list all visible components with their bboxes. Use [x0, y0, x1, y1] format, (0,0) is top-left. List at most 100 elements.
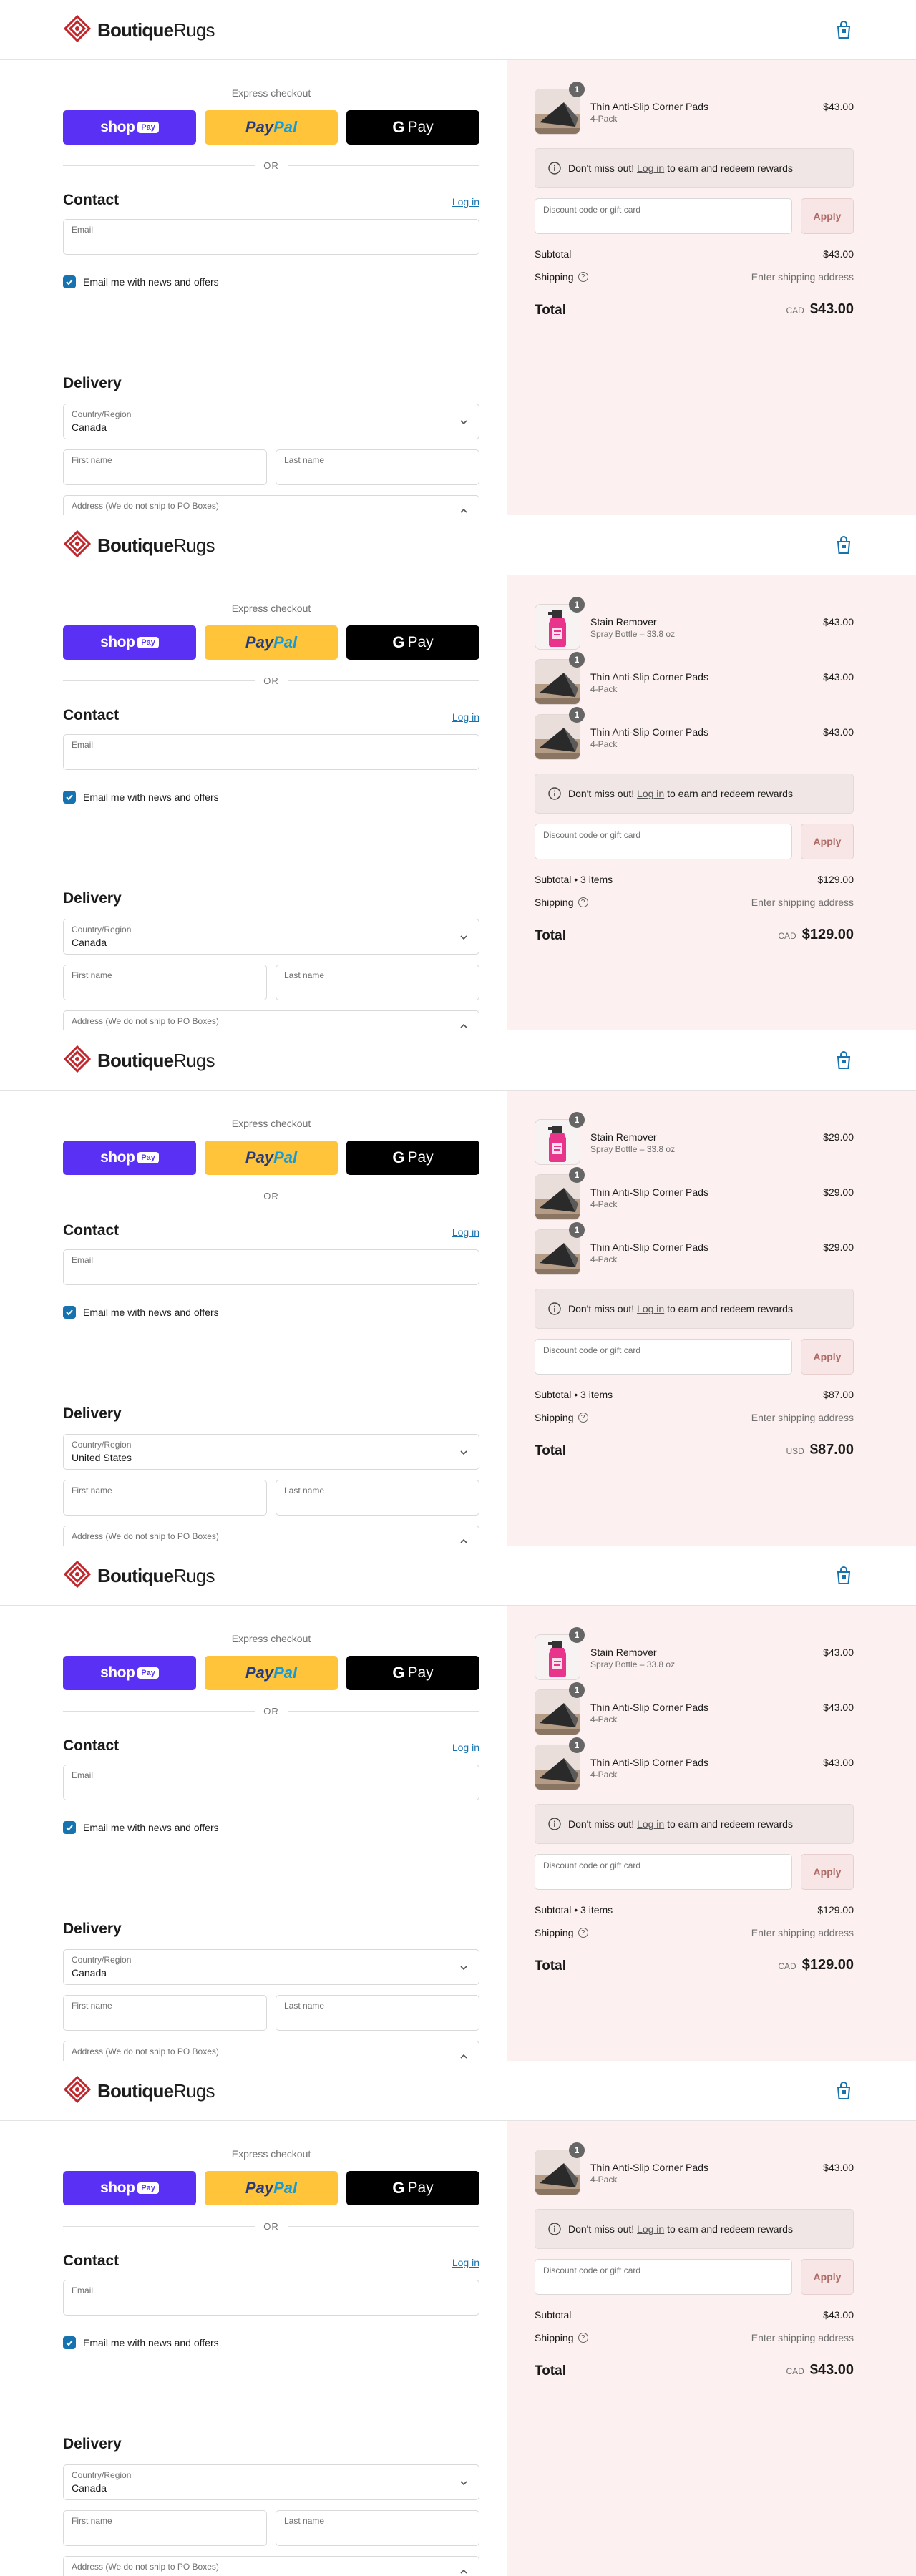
shipping-label: Shipping — [535, 1927, 574, 1938]
cart-bag-icon[interactable] — [834, 20, 853, 40]
rewards-login-link[interactable]: Log in — [637, 1303, 664, 1314]
address-field[interactable]: Address (We do not ship to PO Boxes) — [63, 2556, 479, 2576]
country-select[interactable]: Country/Region Canada — [63, 919, 479, 955]
brand-logo[interactable]: BoutiqueRugs — [63, 2075, 215, 2107]
apply-discount-button[interactable]: Apply — [801, 824, 854, 859]
paypal-button[interactable]: Pay Pal — [205, 1656, 338, 1690]
help-circle-icon[interactable]: ? — [578, 1928, 588, 1938]
order-summary: 1 Thin Anti-Slip Corner Pads 4-Pack $43.00 D… — [507, 60, 916, 515]
discount-code-input[interactable]: Discount code or gift card — [535, 2259, 792, 2295]
login-link[interactable]: Log in — [452, 1226, 479, 1238]
address-field[interactable]: Address (We do not ship to PO Boxes) — [63, 1010, 479, 1030]
apply-discount-button[interactable]: Apply — [801, 1854, 854, 1890]
newsletter-option[interactable]: Email me with news and offers — [63, 2336, 219, 2350]
apply-discount-button[interactable]: Apply — [801, 198, 854, 234]
last-name-field[interactable]: Last name — [276, 449, 479, 485]
express-pay-buttons: shop Pay Pay Pal G Pay — [63, 2171, 479, 2205]
shop-pay-button[interactable]: shop Pay — [63, 625, 196, 660]
help-circle-icon[interactable]: ? — [578, 2333, 588, 2343]
first-name-field[interactable]: First name — [63, 1480, 267, 1516]
country-select[interactable]: Country/Region United States — [63, 1434, 479, 1470]
last-name-field[interactable]: Last name — [276, 1480, 479, 1516]
google-pay-button[interactable]: G Pay — [346, 110, 479, 145]
address-field[interactable]: Address (We do not ship to PO Boxes) — [63, 495, 479, 515]
google-pay-button[interactable]: G Pay — [346, 1141, 479, 1175]
brand-logo[interactable]: BoutiqueRugs — [63, 14, 215, 46]
login-link[interactable]: Log in — [452, 711, 479, 723]
total-row: Total CAD $129.00 — [535, 925, 854, 947]
newsletter-option[interactable]: Email me with news and offers — [63, 1820, 219, 1835]
shop-pay-label: shop — [100, 2180, 135, 2196]
shop-pay-button[interactable]: shop Pay — [63, 110, 196, 145]
first-name-field[interactable]: First name — [63, 965, 267, 1000]
login-link[interactable]: Log in — [452, 196, 479, 208]
rewards-login-link[interactable]: Log in — [637, 788, 664, 799]
paypal-button[interactable]: Pay Pal — [205, 1141, 338, 1175]
email-field[interactable]: Email — [63, 1765, 479, 1800]
address-field[interactable]: Address (We do not ship to PO Boxes) — [63, 1526, 479, 1546]
country-select[interactable]: Country/Region Canada — [63, 1949, 479, 1985]
apply-discount-button[interactable]: Apply — [801, 2259, 854, 2295]
newsletter-checkbox[interactable] — [63, 1306, 76, 1319]
country-select[interactable]: Country/Region Canada — [63, 404, 479, 439]
discount-code-input[interactable]: Discount code or gift card — [535, 1854, 792, 1890]
last-name-field[interactable]: Last name — [276, 965, 479, 1000]
discount-code-input[interactable]: Discount code or gift card — [535, 1339, 792, 1375]
cart-bag-icon[interactable] — [834, 2081, 853, 2101]
item-name: Thin Anti-Slip Corner Pads — [590, 726, 708, 738]
last-name-field[interactable]: Last name — [276, 2510, 479, 2546]
brand-logo[interactable]: BoutiqueRugs — [63, 1560, 215, 1591]
rewards-text: Don't miss out! Log in to earn and redee… — [568, 788, 793, 799]
total-amount: $87.00 — [809, 1442, 854, 1458]
newsletter-option[interactable]: Email me with news and offers — [63, 1305, 219, 1319]
brand-logo[interactable]: BoutiqueRugs — [63, 530, 215, 561]
brand-name-light: Rugs — [173, 1564, 215, 1586]
newsletter-option[interactable]: Email me with news and offers — [63, 275, 219, 289]
login-link[interactable]: Log in — [452, 1742, 479, 1753]
email-field[interactable]: Email — [63, 219, 479, 255]
newsletter-checkbox[interactable] — [63, 791, 76, 804]
paypal-button[interactable]: Pay Pal — [205, 625, 338, 660]
site-header: BoutiqueRugs — [0, 0, 916, 60]
discount-code-input[interactable]: Discount code or gift card — [535, 824, 792, 859]
item-price: $29.00 — [823, 1241, 854, 1253]
google-pay-button[interactable]: G Pay — [346, 625, 479, 660]
email-field[interactable]: Email — [63, 1249, 479, 1285]
last-name-field[interactable]: Last name — [276, 1995, 479, 2031]
email-field[interactable]: Email — [63, 2280, 479, 2316]
address-field[interactable]: Address (We do not ship to PO Boxes) — [63, 2041, 479, 2061]
help-circle-icon[interactable]: ? — [578, 1413, 588, 1423]
newsletter-option[interactable]: Email me with news and offers — [63, 790, 219, 804]
newsletter-checkbox[interactable] — [63, 2336, 76, 2349]
item-name: Thin Anti-Slip Corner Pads — [590, 1757, 708, 1768]
first-name-field[interactable]: First name — [63, 2510, 267, 2546]
shop-pay-button[interactable]: shop Pay — [63, 1656, 196, 1690]
login-link[interactable]: Log in — [452, 2257, 479, 2268]
order-summary: 1 Stain Remover Spray Bottle – 33.8 oz $43.… — [507, 575, 916, 1030]
rewards-login-link[interactable]: Log in — [637, 162, 664, 174]
newsletter-checkbox[interactable] — [63, 275, 76, 288]
google-pay-button[interactable]: G Pay — [346, 2171, 479, 2205]
brand-logo[interactable]: BoutiqueRugs — [63, 1045, 215, 1076]
subtotal-value: $129.00 — [817, 874, 854, 885]
cart-bag-icon[interactable] — [834, 1566, 853, 1586]
help-circle-icon[interactable]: ? — [578, 272, 588, 282]
cart-bag-icon[interactable] — [834, 535, 853, 555]
help-circle-icon[interactable]: ? — [578, 897, 588, 907]
shop-pay-button[interactable]: shop Pay — [63, 1141, 196, 1175]
rewards-login-link[interactable]: Log in — [637, 1818, 664, 1830]
rewards-login-link[interactable]: Log in — [637, 2223, 664, 2235]
shop-pay-button[interactable]: shop Pay — [63, 2171, 196, 2205]
first-name-field[interactable]: First name — [63, 1995, 267, 2031]
apply-discount-button[interactable]: Apply — [801, 1339, 854, 1375]
cart-bag-icon[interactable] — [834, 1050, 853, 1070]
paypal-button[interactable]: Pay Pal — [205, 110, 338, 145]
google-pay-button[interactable]: G Pay — [346, 1656, 479, 1690]
email-field[interactable]: Email — [63, 734, 479, 770]
first-name-field[interactable]: First name — [63, 449, 267, 485]
country-select[interactable]: Country/Region Canada — [63, 2464, 479, 2500]
total-row: Total CAD $129.00 — [535, 1956, 854, 1977]
discount-code-input[interactable]: Discount code or gift card — [535, 198, 792, 234]
paypal-button[interactable]: Pay Pal — [205, 2171, 338, 2205]
newsletter-checkbox[interactable] — [63, 1821, 76, 1834]
